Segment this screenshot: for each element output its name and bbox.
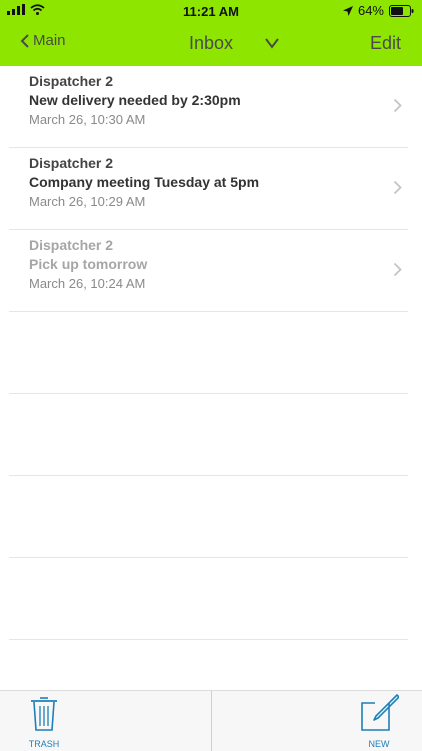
message-sender: Dispatcher 2 <box>29 73 114 89</box>
message-subject: Pick up tomorrow <box>29 256 148 272</box>
battery-percent: 64% <box>357 3 384 18</box>
message-subject: Company meeting Tuesday at 5pm <box>29 174 260 190</box>
page-title: Inbox <box>189 33 234 53</box>
message-subject: New delivery needed by 2:30pm <box>29 92 241 108</box>
message-date: March 26, 10:24 AM <box>29 276 146 291</box>
chevron-right-icon <box>393 180 402 195</box>
back-button[interactable]: Main <box>20 32 66 49</box>
new-label: NEW <box>368 739 390 749</box>
chevron-right-icon <box>393 98 402 113</box>
empty-row <box>9 476 408 558</box>
chevron-down-icon <box>265 38 279 49</box>
empty-row <box>9 558 408 640</box>
message-sender: Dispatcher 2 <box>29 237 114 253</box>
chevron-right-icon <box>393 262 402 277</box>
status-bar: 11:21 AM 64% <box>0 0 422 22</box>
trash-icon <box>31 697 57 731</box>
toolbar-divider <box>211 691 212 751</box>
message-row[interactable]: Dispatcher 2 Pick up tomorrow March 26, … <box>9 230 408 312</box>
location-arrow-icon <box>342 5 353 16</box>
message-row[interactable]: Dispatcher 2 New delivery needed by 2:30… <box>9 66 408 148</box>
message-sender: Dispatcher 2 <box>29 155 114 171</box>
empty-row <box>9 394 408 476</box>
message-row[interactable]: Dispatcher 2 Company meeting Tuesday at … <box>9 148 408 230</box>
compose-icon <box>361 694 400 731</box>
message-date: March 26, 10:29 AM <box>29 194 146 209</box>
nav-bar: Main Inbox Edit <box>0 22 422 66</box>
battery-icon <box>389 4 414 17</box>
empty-row <box>9 312 408 394</box>
new-message-button[interactable]: NEW <box>358 693 400 749</box>
trash-button[interactable]: TRASH <box>26 695 62 749</box>
back-label: Main <box>33 32 66 49</box>
edit-button[interactable]: Edit <box>370 33 401 54</box>
chevron-left-icon <box>20 33 29 48</box>
message-date: March 26, 10:30 AM <box>29 112 146 127</box>
bottom-toolbar: TRASH NEW <box>0 690 422 751</box>
message-list: Dispatcher 2 New delivery needed by 2:30… <box>0 66 422 640</box>
mailbox-dropdown-button[interactable] <box>264 36 280 54</box>
trash-label: TRASH <box>28 739 60 749</box>
status-right: 64% <box>342 3 414 18</box>
